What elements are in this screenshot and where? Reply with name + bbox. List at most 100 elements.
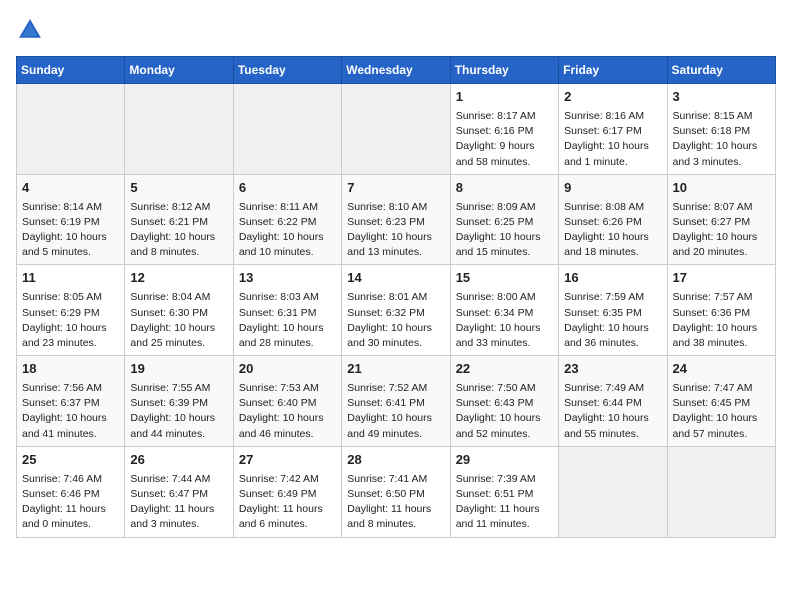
day-number: 12 xyxy=(130,269,227,288)
daylight-hours: Sunrise: 8:17 AM Sunset: 6:16 PM Dayligh… xyxy=(456,109,553,170)
daylight-hours: Sunrise: 8:00 AM Sunset: 6:34 PM Dayligh… xyxy=(456,290,553,351)
daylight-hours: Sunrise: 8:16 AM Sunset: 6:17 PM Dayligh… xyxy=(564,109,661,170)
daylight-hours: Sunrise: 7:52 AM Sunset: 6:41 PM Dayligh… xyxy=(347,381,444,442)
day-number: 17 xyxy=(673,269,770,288)
daylight-hours: Sunrise: 8:10 AM Sunset: 6:23 PM Dayligh… xyxy=(347,200,444,261)
calendar-cell: 13 Sunrise: 8:03 AM Sunset: 6:31 PM Dayli… xyxy=(233,265,341,356)
week-row-5: 25 Sunrise: 7:46 AM Sunset: 6:46 PM Dayli… xyxy=(17,446,776,537)
day-number: 16 xyxy=(564,269,661,288)
daylight-hours: Sunrise: 7:55 AM Sunset: 6:39 PM Dayligh… xyxy=(130,381,227,442)
calendar-cell: 7 Sunrise: 8:10 AM Sunset: 6:23 PM Daylig… xyxy=(342,174,450,265)
daylight-hours: Sunrise: 8:01 AM Sunset: 6:32 PM Dayligh… xyxy=(347,290,444,351)
daylight-hours: Sunrise: 8:12 AM Sunset: 6:21 PM Dayligh… xyxy=(130,200,227,261)
calendar-cell: 12 Sunrise: 8:04 AM Sunset: 6:30 PM Dayli… xyxy=(125,265,233,356)
daylight-hours: Sunrise: 8:09 AM Sunset: 6:25 PM Dayligh… xyxy=(456,200,553,261)
day-number: 13 xyxy=(239,269,336,288)
calendar-cell: 1 Sunrise: 8:17 AM Sunset: 6:16 PM Daylig… xyxy=(450,84,558,175)
day-number: 3 xyxy=(673,88,770,107)
daylight-hours: Sunrise: 7:57 AM Sunset: 6:36 PM Dayligh… xyxy=(673,290,770,351)
logo xyxy=(16,16,48,44)
daylight-hours: Sunrise: 7:41 AM Sunset: 6:50 PM Dayligh… xyxy=(347,472,444,533)
calendar-cell: 20Sunrise: 7:53 AM Sunset: 6:40 PM Dayli… xyxy=(233,356,341,447)
daylight-hours: Sunrise: 8:08 AM Sunset: 6:26 PM Dayligh… xyxy=(564,200,661,261)
daylight-hours: Sunrise: 8:11 AM Sunset: 6:22 PM Dayligh… xyxy=(239,200,336,261)
day-number: 7 xyxy=(347,179,444,198)
daylight-hours: Sunrise: 8:15 AM Sunset: 6:18 PM Dayligh… xyxy=(673,109,770,170)
calendar-cell xyxy=(667,446,775,537)
day-number: 5 xyxy=(130,179,227,198)
daylight-hours: Sunrise: 8:05 AM Sunset: 6:29 PM Dayligh… xyxy=(22,290,119,351)
day-number: 18 xyxy=(22,360,119,379)
daylight-hours: Sunrise: 7:50 AM Sunset: 6:43 PM Dayligh… xyxy=(456,381,553,442)
daylight-hours: Sunrise: 7:49 AM Sunset: 6:44 PM Dayligh… xyxy=(564,381,661,442)
daylight-hours: Sunrise: 7:53 AM Sunset: 6:40 PM Dayligh… xyxy=(239,381,336,442)
calendar-cell: 28Sunrise: 7:41 AM Sunset: 6:50 PM Dayli… xyxy=(342,446,450,537)
calendar-cell: 10 Sunrise: 8:07 AM Sunset: 6:27 PM Dayli… xyxy=(667,174,775,265)
day-number: 23 xyxy=(564,360,661,379)
calendar-cell xyxy=(125,84,233,175)
day-number: 11 xyxy=(22,269,119,288)
week-row-3: 11 Sunrise: 8:05 AM Sunset: 6:29 PM Dayli… xyxy=(17,265,776,356)
calendar-cell: 6Sunrise: 8:11 AM Sunset: 6:22 PM Daylig… xyxy=(233,174,341,265)
week-row-4: 18 Sunrise: 7:56 AM Sunset: 6:37 PM Dayli… xyxy=(17,356,776,447)
calendar-cell: 5 Sunrise: 8:12 AM Sunset: 6:21 PM Daylig… xyxy=(125,174,233,265)
calendar-cell xyxy=(233,84,341,175)
calendar-cell: 4Sunrise: 8:14 AM Sunset: 6:19 PM Daylig… xyxy=(17,174,125,265)
daylight-hours: Sunrise: 7:39 AM Sunset: 6:51 PM Dayligh… xyxy=(456,472,553,533)
daylight-hours: Sunrise: 7:46 AM Sunset: 6:46 PM Dayligh… xyxy=(22,472,119,533)
column-header-saturday: Saturday xyxy=(667,57,775,84)
day-number: 10 xyxy=(673,179,770,198)
calendar-table: SundayMondayTuesdayWednesdayThursdayFrid… xyxy=(16,56,776,538)
calendar-cell: 11 Sunrise: 8:05 AM Sunset: 6:29 PM Dayli… xyxy=(17,265,125,356)
calendar-cell: 22Sunrise: 7:50 AM Sunset: 6:43 PM Dayli… xyxy=(450,356,558,447)
calendar-cell: 19 Sunrise: 7:55 AM Sunset: 6:39 PM Dayli… xyxy=(125,356,233,447)
calendar-header: SundayMondayTuesdayWednesdayThursdayFrid… xyxy=(17,57,776,84)
column-header-sunday: Sunday xyxy=(17,57,125,84)
day-number: 15 xyxy=(456,269,553,288)
calendar-cell: 2 Sunrise: 8:16 AM Sunset: 6:17 PM Daylig… xyxy=(559,84,667,175)
calendar-cell: 15 Sunrise: 8:00 AM Sunset: 6:34 PM Dayli… xyxy=(450,265,558,356)
calendar-body: 1 Sunrise: 8:17 AM Sunset: 6:16 PM Daylig… xyxy=(17,84,776,538)
calendar-cell xyxy=(17,84,125,175)
daylight-hours: Sunrise: 7:56 AM Sunset: 6:37 PM Dayligh… xyxy=(22,381,119,442)
calendar-cell xyxy=(342,84,450,175)
calendar-cell: 27Sunrise: 7:42 AM Sunset: 6:49 PM Dayli… xyxy=(233,446,341,537)
logo-icon xyxy=(16,16,44,44)
day-number: 1 xyxy=(456,88,553,107)
daylight-hours: Sunrise: 8:07 AM Sunset: 6:27 PM Dayligh… xyxy=(673,200,770,261)
daylight-hours: Sunrise: 7:44 AM Sunset: 6:47 PM Dayligh… xyxy=(130,472,227,533)
day-number: 25 xyxy=(22,451,119,470)
calendar-cell: 3 Sunrise: 8:15 AM Sunset: 6:18 PM Daylig… xyxy=(667,84,775,175)
daylight-hours: Sunrise: 7:42 AM Sunset: 6:49 PM Dayligh… xyxy=(239,472,336,533)
day-number: 4 xyxy=(22,179,119,198)
day-number: 2 xyxy=(564,88,661,107)
calendar-cell: 29 Sunrise: 7:39 AM Sunset: 6:51 PM Dayli… xyxy=(450,446,558,537)
column-header-thursday: Thursday xyxy=(450,57,558,84)
column-header-monday: Monday xyxy=(125,57,233,84)
calendar-cell: 16Sunrise: 7:59 AM Sunset: 6:35 PM Dayli… xyxy=(559,265,667,356)
daylight-hours: Sunrise: 8:03 AM Sunset: 6:31 PM Dayligh… xyxy=(239,290,336,351)
daylight-hours: Sunrise: 8:04 AM Sunset: 6:30 PM Dayligh… xyxy=(130,290,227,351)
calendar-cell: 24 Sunrise: 7:47 AM Sunset: 6:45 PM Dayli… xyxy=(667,356,775,447)
column-header-wednesday: Wednesday xyxy=(342,57,450,84)
day-number: 8 xyxy=(456,179,553,198)
calendar-cell: 9 Sunrise: 8:08 AM Sunset: 6:26 PM Daylig… xyxy=(559,174,667,265)
day-number: 26 xyxy=(130,451,227,470)
day-number: 29 xyxy=(456,451,553,470)
day-number: 21 xyxy=(347,360,444,379)
page-header xyxy=(16,16,776,44)
column-header-tuesday: Tuesday xyxy=(233,57,341,84)
day-number: 14 xyxy=(347,269,444,288)
calendar-cell: 8 Sunrise: 8:09 AM Sunset: 6:25 PM Daylig… xyxy=(450,174,558,265)
calendar-cell xyxy=(559,446,667,537)
calendar-cell: 14 Sunrise: 8:01 AM Sunset: 6:32 PM Dayli… xyxy=(342,265,450,356)
column-header-friday: Friday xyxy=(559,57,667,84)
week-row-1: 1 Sunrise: 8:17 AM Sunset: 6:16 PM Daylig… xyxy=(17,84,776,175)
day-number: 9 xyxy=(564,179,661,198)
calendar-cell: 18 Sunrise: 7:56 AM Sunset: 6:37 PM Dayli… xyxy=(17,356,125,447)
week-row-2: 4Sunrise: 8:14 AM Sunset: 6:19 PM Daylig… xyxy=(17,174,776,265)
calendar-cell: 26 Sunrise: 7:44 AM Sunset: 6:47 PM Dayli… xyxy=(125,446,233,537)
daylight-hours: Sunrise: 7:47 AM Sunset: 6:45 PM Dayligh… xyxy=(673,381,770,442)
day-number: 19 xyxy=(130,360,227,379)
day-number: 24 xyxy=(673,360,770,379)
